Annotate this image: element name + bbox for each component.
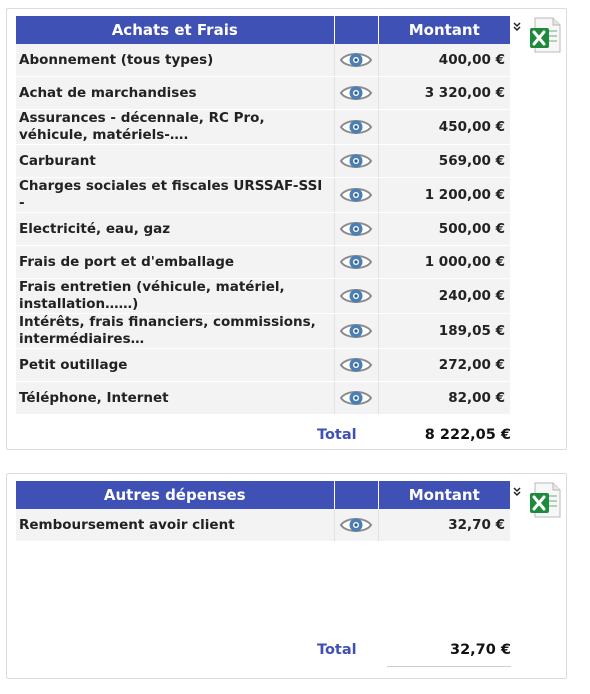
row-label: Frais entretien (véhicule, matériel, ins… xyxy=(16,278,335,314)
panel-achats-et-frais: Achats et Frais Montant Abonnement (tous… xyxy=(6,8,567,450)
view-detail-button[interactable] xyxy=(334,76,379,110)
double-chevron-down-icon[interactable] xyxy=(513,482,521,497)
total-label: Total xyxy=(317,642,357,658)
eye-icon[interactable] xyxy=(335,251,378,273)
eye-icon[interactable] xyxy=(335,514,378,536)
table-row: Frais entretien (véhicule, matériel, ins… xyxy=(16,278,510,314)
expenses-table: Achats et Frais Montant Abonnement (tous… xyxy=(16,16,510,415)
row-label: Abonnement (tous types) xyxy=(16,44,335,77)
view-detail-button[interactable] xyxy=(334,278,379,314)
row-amount: 450,00 € xyxy=(378,109,510,145)
row-label: Remboursement avoir client xyxy=(16,509,335,542)
view-detail-button[interactable] xyxy=(334,245,379,279)
excel-export-icon[interactable] xyxy=(527,16,563,58)
table-row: Remboursement avoir client 32,70 € xyxy=(16,509,510,542)
row-amount: 32,70 € xyxy=(378,509,510,542)
table-header-row: Achats et Frais Montant xyxy=(16,16,510,44)
eye-icon[interactable] xyxy=(335,218,378,240)
row-amount: 1 000,00 € xyxy=(378,245,510,279)
view-detail-button[interactable] xyxy=(334,109,379,145)
view-detail-button[interactable] xyxy=(334,509,379,542)
total-value: 32,70 € xyxy=(449,642,511,658)
double-chevron-down-icon[interactable] xyxy=(513,17,521,32)
table-row: Frais de port et d'emballage 1 000,00 € xyxy=(16,245,510,279)
row-label: Assurances - décennale, RC Pro, véhicule… xyxy=(16,109,335,145)
eye-icon[interactable] xyxy=(335,49,378,71)
excel-export-icon[interactable] xyxy=(527,481,563,523)
total-value: 8 222,05 € xyxy=(424,427,511,443)
column-header-amount: Montant xyxy=(378,16,510,44)
eye-icon[interactable] xyxy=(335,184,378,206)
table-row: Achat de marchandises 3 320,00 € xyxy=(16,76,510,110)
eye-icon[interactable] xyxy=(335,285,378,307)
total-row: Total 32,70 € xyxy=(317,642,511,667)
row-amount: 272,00 € xyxy=(378,348,510,382)
table-row: Abonnement (tous types) 400,00 € xyxy=(16,44,510,77)
table-row: Carburant 569,00 € xyxy=(16,144,510,178)
total-divider xyxy=(387,666,511,667)
column-header-category: Achats et Frais xyxy=(16,16,335,44)
row-label: Frais de port et d'emballage xyxy=(16,245,335,279)
row-label: Achat de marchandises xyxy=(16,76,335,110)
table-row: Petit outillage 272,00 € xyxy=(16,348,510,382)
row-amount: 500,00 € xyxy=(378,212,510,246)
eye-icon[interactable] xyxy=(335,82,378,104)
row-amount: 1 200,00 € xyxy=(378,177,510,213)
row-amount: 240,00 € xyxy=(378,278,510,314)
view-detail-button[interactable] xyxy=(334,44,379,77)
eye-icon[interactable] xyxy=(335,320,378,342)
table-row: Intérêts, frais financiers, commissions,… xyxy=(16,313,510,349)
row-amount: 3 320,00 € xyxy=(378,76,510,110)
row-label: Carburant xyxy=(16,144,335,178)
view-detail-button[interactable] xyxy=(334,381,379,415)
row-label: Petit outillage xyxy=(16,348,335,382)
view-detail-button[interactable] xyxy=(334,212,379,246)
table-row: Téléphone, Internet 82,00 € xyxy=(16,381,510,415)
row-amount: 82,00 € xyxy=(378,381,510,415)
row-label: Téléphone, Internet xyxy=(16,381,335,415)
row-amount: 569,00 € xyxy=(378,144,510,178)
table-row: Electricité, eau, gaz 500,00 € xyxy=(16,212,510,246)
column-header-amount: Montant xyxy=(378,481,510,509)
table-row: Charges sociales et fiscales URSSAF-SSI … xyxy=(16,177,510,213)
panel-autres-depenses: Autres dépenses Montant Remboursement av… xyxy=(6,473,567,679)
view-detail-button[interactable] xyxy=(334,144,379,178)
column-header-category: Autres dépenses xyxy=(16,481,335,509)
view-detail-button[interactable] xyxy=(334,348,379,382)
eye-icon[interactable] xyxy=(335,354,378,376)
table-row: Assurances - décennale, RC Pro, véhicule… xyxy=(16,109,510,145)
row-amount: 400,00 € xyxy=(378,44,510,77)
eye-icon[interactable] xyxy=(335,387,378,409)
expenses-table: Autres dépenses Montant Remboursement av… xyxy=(16,481,510,542)
eye-icon[interactable] xyxy=(335,150,378,172)
total-row: Total 8 222,05 € xyxy=(317,427,511,451)
total-label: Total xyxy=(317,427,357,443)
column-header-view xyxy=(334,481,379,509)
row-amount: 189,05 € xyxy=(378,313,510,349)
column-header-view xyxy=(334,16,379,44)
row-label: Electricité, eau, gaz xyxy=(16,212,335,246)
eye-icon[interactable] xyxy=(335,116,378,138)
view-detail-button[interactable] xyxy=(334,313,379,349)
view-detail-button[interactable] xyxy=(334,177,379,213)
row-label: Charges sociales et fiscales URSSAF-SSI … xyxy=(16,177,335,213)
row-label: Intérêts, frais financiers, commissions,… xyxy=(16,313,335,349)
table-header-row: Autres dépenses Montant xyxy=(16,481,510,509)
